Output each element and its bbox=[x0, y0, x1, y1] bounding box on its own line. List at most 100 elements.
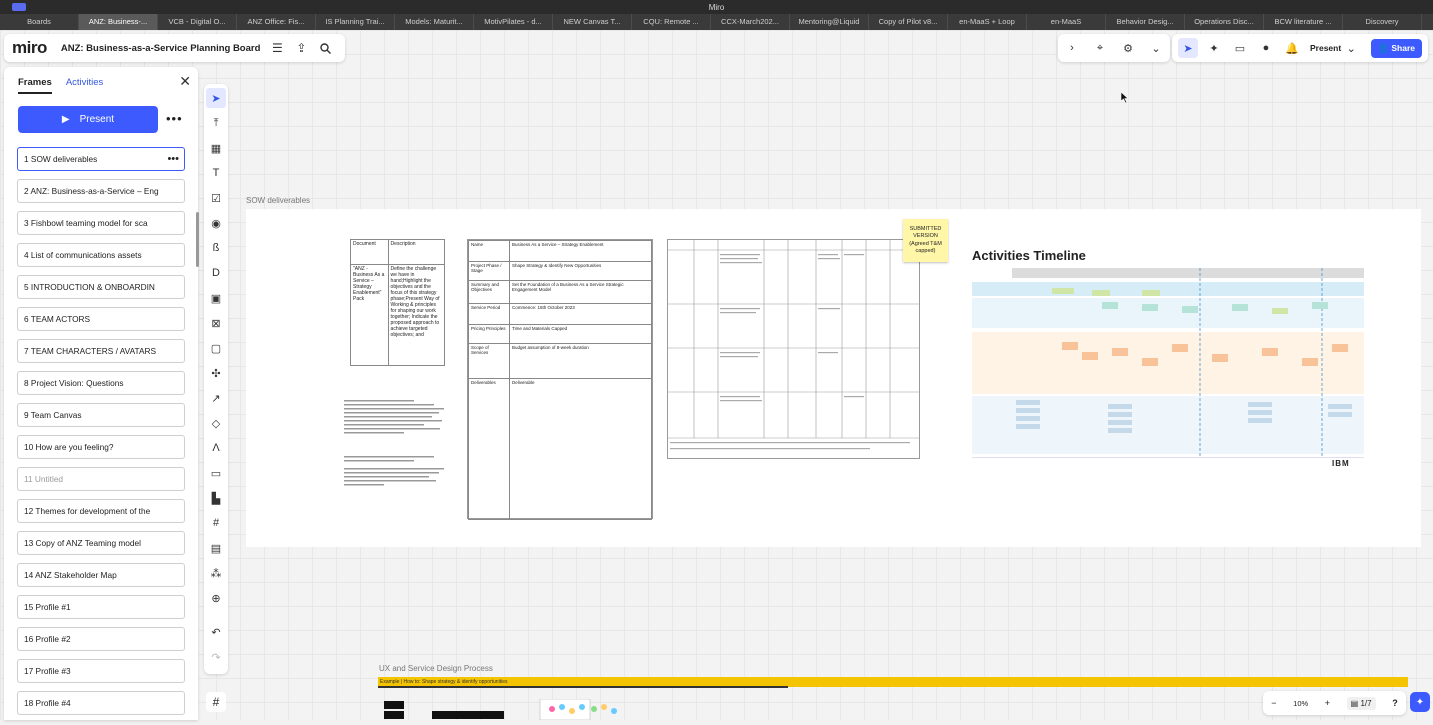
tab-activities[interactable]: Activities bbox=[66, 77, 103, 94]
upload-icon[interactable]: ⤒ bbox=[206, 113, 226, 133]
present-options-chevron-icon[interactable]: ⌄ bbox=[1341, 38, 1361, 58]
board-settings-icon[interactable]: ⚙ bbox=[1118, 38, 1138, 58]
shapes-icon[interactable]: ◇ bbox=[206, 413, 226, 433]
timeline-title[interactable]: Activities Timeline bbox=[972, 248, 1086, 263]
browser-tab[interactable]: CCX-March202... bbox=[711, 14, 790, 30]
pen-icon[interactable]: Λ bbox=[206, 438, 226, 458]
frame-list-item[interactable]: 1 SOW deliverables ••• bbox=[17, 147, 185, 171]
image-icon[interactable]: ▣ bbox=[206, 288, 226, 308]
notes-text-block[interactable] bbox=[344, 398, 449, 488]
frame-label-sow[interactable]: SOW deliverables bbox=[246, 196, 310, 205]
zoom-in-icon[interactable]: + bbox=[1325, 698, 1330, 708]
doc-description-table[interactable]: Document Description "ANZ - Business As … bbox=[350, 239, 446, 366]
panel-scrollbar[interactable] bbox=[196, 212, 199, 267]
app-icon-1[interactable]: ◉ bbox=[206, 213, 226, 233]
frame-list-item[interactable]: 7 TEAM CHARACTERS / AVATARS bbox=[17, 339, 185, 363]
miro-logo[interactable]: miro bbox=[12, 38, 47, 58]
more-options-icon[interactable]: ••• bbox=[166, 111, 183, 126]
browser-tab[interactable]: Copy of Pilot v8... bbox=[869, 14, 948, 30]
activities-timeline-board[interactable] bbox=[958, 268, 1364, 459]
undo-icon[interactable]: ↶ bbox=[206, 622, 226, 642]
bell-icon[interactable]: 🔔 bbox=[1282, 38, 1302, 58]
close-icon[interactable]: ✕ bbox=[179, 73, 191, 90]
doc-activities-table[interactable] bbox=[667, 239, 920, 459]
doc-sow-table[interactable]: Name Business As a Service – Strategy Ena… bbox=[467, 239, 653, 520]
browser-tab[interactable]: ANZ: Business-... bbox=[79, 14, 158, 30]
card-icon[interactable]: ▤ bbox=[206, 538, 226, 558]
share-button[interactable]: 👤 Share bbox=[1371, 38, 1422, 58]
add-icon[interactable]: ⊕ bbox=[206, 588, 226, 608]
sticky-note-icon[interactable]: ▢ bbox=[206, 338, 226, 358]
menu-icon[interactable]: ☰ bbox=[270, 41, 284, 55]
browser-tab[interactable]: CQU: Remote ... bbox=[632, 14, 711, 30]
browser-tab[interactable]: NEW Canvas T... bbox=[553, 14, 632, 30]
frame-page-indicator[interactable]: ▤ 1/7 bbox=[1346, 696, 1376, 710]
mindmap-icon[interactable]: ✣ bbox=[206, 363, 226, 383]
select-tool-icon[interactable]: ➤ bbox=[206, 88, 226, 108]
tab-frames[interactable]: Frames bbox=[18, 77, 52, 94]
frame-list-item[interactable]: 15 Profile #1 bbox=[17, 595, 185, 619]
frame-tool-icon[interactable]: # bbox=[206, 513, 226, 533]
browser-tab[interactable]: Behavior Desig... bbox=[1106, 14, 1185, 30]
browser-tab[interactable]: en-MaaS bbox=[1027, 14, 1106, 30]
apps-icon[interactable]: ⁂ bbox=[206, 563, 226, 583]
frame-list-item[interactable]: 16 Profile #2 bbox=[17, 627, 185, 651]
frame-list-item[interactable]: 2 ANZ: Business-as-a-Service – Eng bbox=[17, 179, 185, 203]
chevron-down-icon[interactable]: ⌄ bbox=[1146, 38, 1166, 58]
browser-tab[interactable]: ANZ Office: Fis... bbox=[237, 14, 316, 30]
app-icon-2[interactable]: ß bbox=[206, 238, 226, 258]
zoom-out-icon[interactable]: − bbox=[1271, 698, 1276, 708]
ai-assist-icon[interactable]: ✦ bbox=[1410, 692, 1430, 712]
board-title[interactable]: ANZ: Business-as-a-Service Planning Boar… bbox=[61, 43, 261, 54]
frame-list-item[interactable]: 6 TEAM ACTORS bbox=[17, 307, 185, 331]
comment-tool-icon[interactable]: ▭ bbox=[206, 463, 226, 483]
present-frames-button[interactable]: ▶ Present bbox=[18, 106, 158, 133]
frame-list-item[interactable]: 8 Project Vision: Questions bbox=[17, 371, 185, 395]
comment-icon[interactable]: ▭ bbox=[1230, 38, 1250, 58]
present-button[interactable]: Present bbox=[1310, 43, 1341, 53]
sticky-note-submitted[interactable]: SUBMITTED VERSION (Agreed T&M capped) bbox=[903, 219, 948, 262]
browser-tab[interactable]: Operations Disc... bbox=[1185, 14, 1264, 30]
app-icon[interactable] bbox=[12, 3, 26, 11]
crop-icon[interactable]: ⊠ bbox=[206, 313, 226, 333]
chevron-right-icon[interactable]: › bbox=[1062, 38, 1082, 58]
browser-tab[interactable]: MotivPilates - d... bbox=[474, 14, 553, 30]
reactions-icon[interactable]: ✦ bbox=[1204, 38, 1224, 58]
browser-tab[interactable]: Models: Maturit... bbox=[395, 14, 474, 30]
browser-tab[interactable]: Boards bbox=[0, 14, 79, 30]
frame-list-item[interactable]: 14 ANZ Stakeholder Map bbox=[17, 563, 185, 587]
frame-list-item[interactable]: 10 How are you feeling? bbox=[17, 435, 185, 459]
zoom-level[interactable]: 10% bbox=[1293, 699, 1308, 708]
export-icon[interactable]: ⇪ bbox=[294, 41, 308, 55]
frame-label-ux[interactable]: UX and Service Design Process bbox=[379, 664, 493, 673]
help-icon[interactable]: ? bbox=[1392, 698, 1398, 708]
frame-list-item[interactable]: 17 Profile #3 bbox=[17, 659, 185, 683]
browser-tab[interactable]: VCB - Digital O... bbox=[158, 14, 237, 30]
browser-tab[interactable]: Discovery bbox=[1343, 14, 1422, 30]
redo-icon[interactable]: ↷ bbox=[206, 647, 226, 667]
checklist-icon[interactable]: ☑ bbox=[206, 188, 226, 208]
arrow-icon[interactable]: ↗ bbox=[206, 388, 226, 408]
user-avatar-icon[interactable]: ● bbox=[1256, 38, 1276, 58]
frame-list-item[interactable]: 4 List of communications assets bbox=[17, 243, 185, 267]
templates-icon[interactable]: ▦ bbox=[206, 138, 226, 158]
browser-tab[interactable]: en-MaaS + Loop bbox=[948, 14, 1027, 30]
frame-list-item[interactable]: 12 Themes for development of the bbox=[17, 499, 185, 523]
frame-list-item[interactable]: 5 INTRODUCTION & ONBOARDIN bbox=[17, 275, 185, 299]
app-icon-3[interactable]: D bbox=[206, 263, 226, 283]
browser-tab[interactable]: BCW literature ... bbox=[1264, 14, 1343, 30]
ux-frame-content[interactable] bbox=[384, 698, 624, 721]
search-icon[interactable] bbox=[318, 41, 332, 55]
chart-icon[interactable]: ▙ bbox=[206, 488, 226, 508]
focus-icon[interactable]: ⌖ bbox=[1090, 38, 1110, 58]
frame-list-item[interactable]: 13 Copy of ANZ Teaming model bbox=[17, 531, 185, 555]
text-tool-icon[interactable]: T bbox=[206, 163, 226, 183]
browser-tab[interactable]: IS Planning Trai... bbox=[316, 14, 395, 30]
browser-tab[interactable]: Mentoring@Liquid bbox=[790, 14, 869, 30]
frames-toggle-icon[interactable]: # bbox=[206, 692, 226, 712]
frame-options-icon[interactable]: ••• bbox=[167, 153, 179, 165]
frame-list-item[interactable]: 11 Untitled bbox=[17, 467, 185, 491]
frame-list-item[interactable]: 9 Team Canvas bbox=[17, 403, 185, 427]
cursor-icon[interactable]: ➤ bbox=[1178, 38, 1198, 58]
frame-list-item[interactable]: 18 Profile #4 bbox=[17, 691, 185, 715]
